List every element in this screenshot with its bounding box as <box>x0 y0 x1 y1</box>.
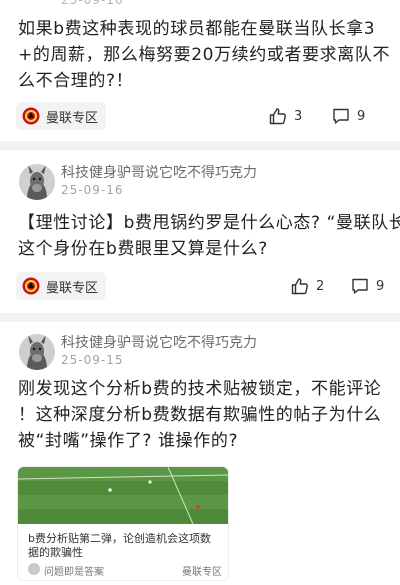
donkey-avatar-icon <box>19 334 55 370</box>
like-button[interactable]: 3 <box>268 104 302 128</box>
post-card[interactable]: 科技健身驴哥说它吃不得巧克力 25-09-15 刚发现这个分析b费的技术贴被锁定… <box>0 322 400 585</box>
post-body-line: +的周薪，那么梅努要20万续约或者要求离队不 <box>18 45 391 65</box>
football-pitch-image <box>18 467 228 524</box>
post-body[interactable]: 如果b费这种表现的球员都能在曼联当队长拿3 +的周薪，那么梅努要20万续约或者要… <box>18 16 400 94</box>
embedded-post-title: b费分析贴第二弹，论创造机会这项数据的欺骗性 <box>28 532 211 559</box>
avatar[interactable] <box>19 164 55 200</box>
comment-icon <box>352 278 368 294</box>
topic-tag[interactable]: 曼联专区 <box>16 102 107 130</box>
post-date: 25-09-15 <box>61 353 124 367</box>
post-separator <box>0 313 400 322</box>
embedded-post-author: 问题即是答案 <box>44 567 104 578</box>
post-date: 25-09-16 <box>61 0 124 7</box>
post-author[interactable]: 科技健身驴哥说它吃不得巧克力 <box>61 162 257 182</box>
post-card[interactable]: 25-09-16 如果b费这种表现的球员都能在曼联当队长拿3 +的周薪，那么梅努… <box>0 0 400 138</box>
embedded-topic-label: 曼联专区 <box>182 567 222 578</box>
manutd-badge-icon <box>22 277 40 295</box>
comment-button[interactable]: 9 <box>331 104 365 128</box>
avatar <box>28 563 40 575</box>
post-card[interactable]: 科技健身驴哥说它吃不得巧克力 25-09-16 【理性讨论】b费甩锅约罗是什么心… <box>0 150 400 310</box>
avatar[interactable] <box>19 334 55 370</box>
post-body-line: 么不合理的?！ <box>18 71 134 91</box>
post-body-line: 这个身份在b费眼里又算是什么? <box>18 239 268 259</box>
comment-count: 9 <box>376 278 385 294</box>
topic-label: 曼联专区 <box>46 280 99 296</box>
post-body[interactable]: 【理性讨论】b费甩锅约罗是什么心态? “曼联队长 这个身份在b费眼里又算是什么? <box>18 210 400 262</box>
topic-label: 曼联专区 <box>46 110 99 126</box>
manutd-badge-icon <box>22 107 40 125</box>
thumbs-up-icon <box>291 278 308 295</box>
donkey-avatar-icon <box>19 164 55 200</box>
comment-button[interactable]: 9 <box>350 274 384 298</box>
post-body-line: 被“封嘴”操作了? 谁操作的? <box>18 431 239 451</box>
like-count: 2 <box>316 278 325 294</box>
like-button[interactable]: 2 <box>290 274 324 298</box>
embedded-post-card[interactable]: b费分析贴第二弹，论创造机会这项数据的欺骗性 问题即是答案 曼联专区 <box>18 467 228 580</box>
post-date: 25-09-16 <box>61 183 124 197</box>
topic-tag[interactable]: 曼联专区 <box>16 272 107 300</box>
post-body-line: 刚发现这个分析b费的技术贴被锁定，不能评论 <box>18 379 382 399</box>
thumbs-up-icon <box>269 108 286 125</box>
post-author[interactable]: 科技健身驴哥说它吃不得巧克力 <box>61 332 257 352</box>
post-body-line: 【理性讨论】b费甩锅约罗是什么心态? “曼联队长 <box>18 213 400 233</box>
post-separator <box>0 141 400 150</box>
comment-icon <box>333 108 349 124</box>
like-count: 3 <box>294 108 303 124</box>
comment-count: 9 <box>357 108 366 124</box>
post-body-line: 如果b费这种表现的球员都能在曼联当队长拿3 <box>18 19 376 39</box>
post-body-line: ！这种深度分析b费数据有欺骗性的帖子为什么 <box>18 405 382 425</box>
post-body[interactable]: 刚发现这个分析b费的技术贴被锁定，不能评论 ！这种深度分析b费数据有欺骗性的帖子… <box>18 376 400 454</box>
